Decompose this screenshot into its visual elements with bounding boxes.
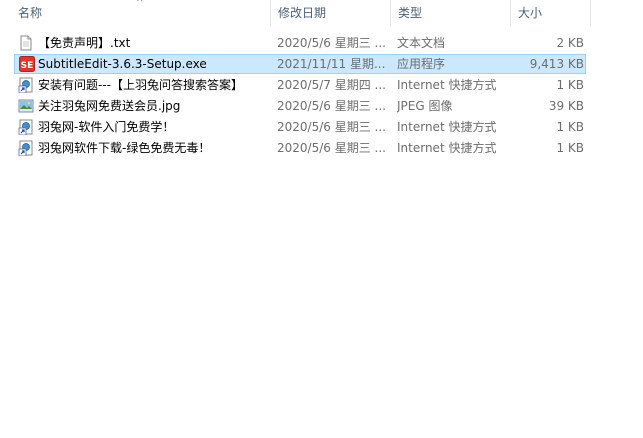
- jpeg-image-icon: [18, 99, 34, 113]
- column-header-bar: 名称 ^ 修改日期 类型 大小: [0, 0, 643, 26]
- file-type: JPEG 图像: [397, 99, 453, 113]
- internet-shortcut-icon: [18, 119, 33, 135]
- file-date: 2020/5/6 星期三 ...: [277, 99, 386, 113]
- sort-ascending-icon: ^: [136, 0, 144, 8]
- file-row[interactable]: 关注羽兔网免费送会员.jpg 2020/5/6 星期三 ... JPEG 图像 …: [14, 96, 586, 116]
- file-row-selected[interactable]: SE SubtitleEdit-3.6.3-Setup.exe 2021/11/…: [14, 54, 586, 74]
- file-size: 1 KB: [556, 141, 584, 155]
- internet-shortcut-icon: [18, 77, 33, 93]
- column-header-size[interactable]: 大小: [512, 0, 590, 26]
- column-header-name-label: 名称: [18, 6, 43, 20]
- file-date: 2020/5/6 星期三 ...: [277, 36, 386, 50]
- column-header-size-label: 大小: [518, 6, 543, 20]
- column-divider[interactable]: [510, 0, 511, 26]
- file-type: Internet 快捷方式: [397, 120, 497, 134]
- file-name: 安装有问题---【上羽兔问答搜索答案】: [38, 78, 243, 92]
- file-date: 2021/11/11 星期...: [277, 57, 386, 71]
- column-header-date-label: 修改日期: [278, 6, 327, 20]
- file-name: 羽兔网-软件入门免费学！: [38, 120, 175, 134]
- file-date: 2020/5/6 星期三 ...: [277, 120, 386, 134]
- file-row[interactable]: 羽兔网-软件入门免费学！ 2020/5/6 星期三 ... Internet 快…: [14, 117, 586, 137]
- column-header-date[interactable]: 修改日期: [272, 0, 390, 26]
- column-divider[interactable]: [270, 0, 271, 26]
- file-row[interactable]: 【免责声明】.txt 2020/5/6 星期三 ... 文本文档 2 KB: [14, 33, 586, 53]
- file-name: 【免责声明】.txt: [38, 36, 131, 50]
- file-row[interactable]: 安装有问题---【上羽兔问答搜索答案】 2020/5/7 星期四 ... Int…: [14, 75, 586, 95]
- file-row[interactable]: 羽兔网软件下载-绿色免费无毒！ 2020/5/6 星期三 ... Interne…: [14, 138, 586, 158]
- file-size: 1 KB: [556, 120, 584, 134]
- file-type: Internet 快捷方式: [397, 141, 497, 155]
- file-type: 应用程序: [397, 57, 446, 71]
- column-header-type-label: 类型: [398, 6, 423, 20]
- column-divider[interactable]: [590, 0, 591, 26]
- file-size: 2 KB: [556, 36, 584, 50]
- file-size: 9,413 KB: [529, 57, 584, 71]
- file-date: 2020/5/6 星期三 ...: [277, 141, 386, 155]
- file-type: Internet 快捷方式: [397, 78, 497, 92]
- svg-text:SE: SE: [21, 61, 34, 71]
- file-type: 文本文档: [397, 36, 446, 50]
- file-name: 关注羽兔网免费送会员.jpg: [38, 99, 181, 113]
- file-name: 羽兔网软件下载-绿色免费无毒！: [38, 141, 211, 155]
- subtitle-edit-app-icon: SE: [19, 56, 35, 72]
- file-size: 1 KB: [556, 78, 584, 92]
- internet-shortcut-icon: [18, 140, 33, 156]
- column-divider[interactable]: [390, 0, 391, 26]
- file-date: 2020/5/7 星期四 ...: [277, 78, 386, 92]
- file-explorer: 名称 ^ 修改日期 类型 大小 【免责声明】.txt 2020/5/6 星期三 …: [0, 0, 643, 438]
- text-file-icon: [20, 35, 32, 51]
- column-header-type[interactable]: 类型: [392, 0, 510, 26]
- file-size: 39 KB: [548, 99, 584, 113]
- file-name: SubtitleEdit-3.6.3-Setup.exe: [38, 57, 207, 71]
